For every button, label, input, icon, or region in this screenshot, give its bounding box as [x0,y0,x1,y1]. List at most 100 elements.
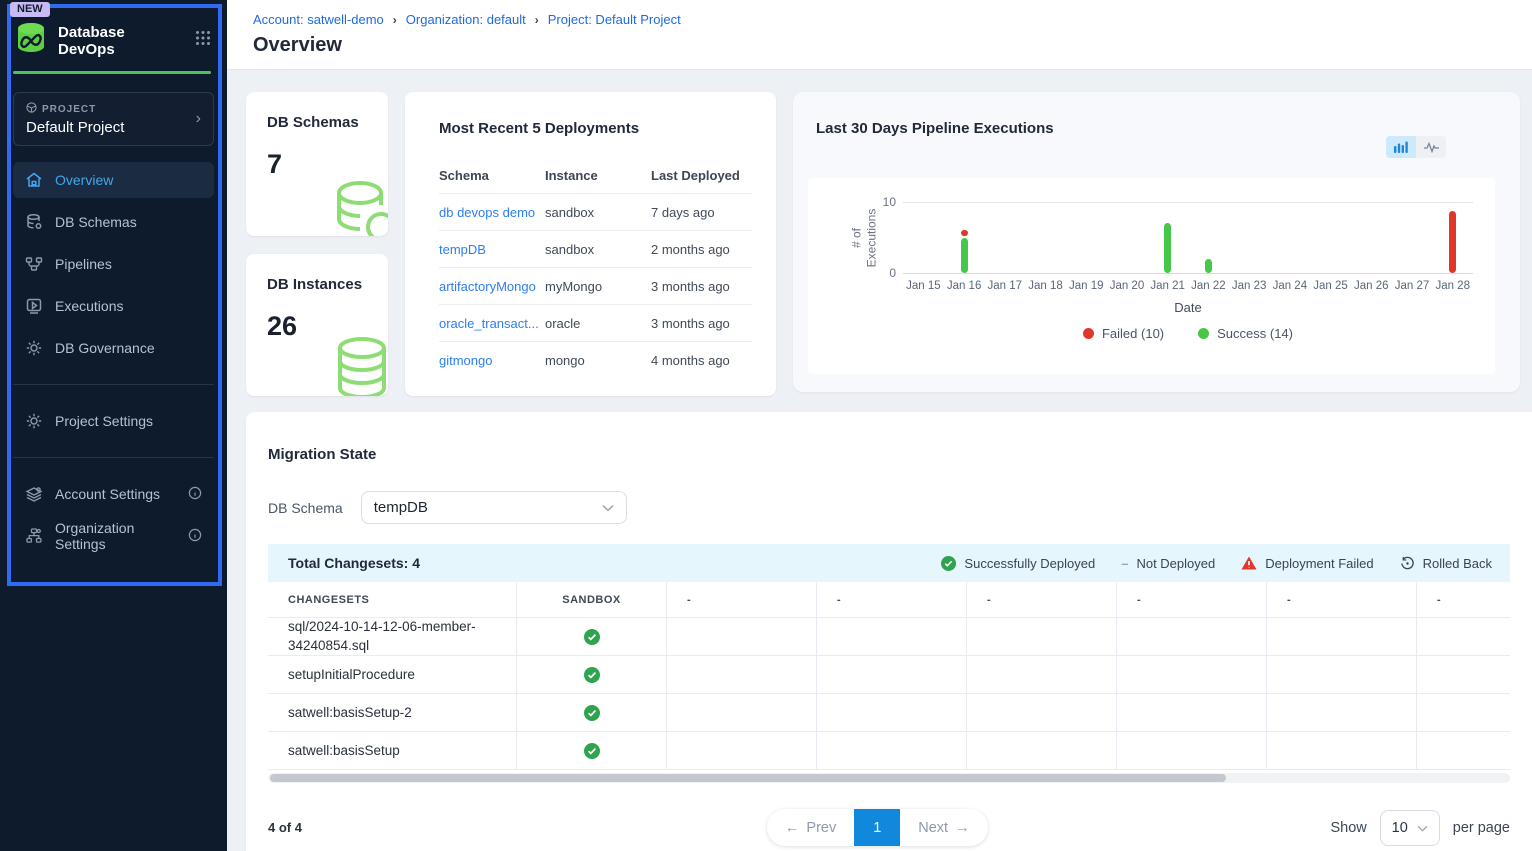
table-summary-band: Total Changesets: 4 Successfully Deploye… [268,544,1510,582]
page-number-button[interactable]: 1 [854,809,900,846]
x-tick-label: Jan 15 [903,280,944,292]
sidebar-item-label: Project Settings [55,413,153,429]
deployments-table: Schema Instance Last Deployed db devops … [439,157,752,379]
sidebar-item-db-schemas[interactable]: DB Schemas [13,204,214,240]
dash-icon: – [1121,556,1128,571]
check-circle-icon [584,705,600,721]
schema-link[interactable]: tempDB [439,242,545,257]
x-tick-label: Jan 26 [1351,280,1392,292]
pagination: ← Prev 1 Next → [767,809,988,846]
new-badge: NEW [10,2,50,17]
next-page-button[interactable]: Next → [900,809,987,846]
check-circle-icon [584,629,600,645]
sidebar-item-label: Overview [55,172,113,188]
chart-bar-group [1229,202,1270,273]
sidebar-item-account-settings[interactable]: Account Settings [13,476,214,512]
db-schema-select[interactable]: tempDB [361,491,627,524]
project-name: Default Project [26,119,196,136]
chart-bar-group [1066,202,1107,273]
changeset-name: satwell:basisSetup [268,732,517,770]
legend-item[interactable]: Failed (10) [1083,326,1164,341]
sidebar-item-db-governance[interactable]: DB Governance [13,330,214,366]
breadcrumb-organization-link[interactable]: Organization: default [406,12,526,27]
legend-dot-icon [1198,328,1209,339]
schema-link[interactable]: artifactoryMongo [439,279,545,294]
x-axis-line [903,273,1473,274]
breadcrumb-account-link[interactable]: Account: satwell-demo [253,12,384,27]
db-schema-label: DB Schema [268,500,343,516]
sidebar-item-organization-settings[interactable]: Organization Settings [13,518,214,554]
y-tick-0: 0 [889,266,896,280]
per-page-label: per page [1453,820,1510,836]
x-tick-label: Jan 25 [1310,280,1351,292]
legend-item: Rolled Back [1400,556,1492,571]
table-row: oracle_transact... oracle 3 months ago [439,305,752,342]
line-chart-toggle-icon[interactable] [1416,136,1446,158]
sidebar-nav-tertiary: Account Settings Organization Settings [13,476,214,554]
x-tick-label: Jan 27 [1392,280,1433,292]
scrollbar-thumb[interactable] [270,774,1226,782]
table-row: sql/2024-10-14-12-06-member-34240854.sql [268,618,1510,656]
table-row: gitmongo mongo 4 months ago [439,342,752,379]
chevron-right-icon: › [196,110,201,128]
prev-page-button[interactable]: ← Prev [767,809,854,846]
changeset-name: satwell:basisSetup-2 [268,694,517,732]
info-icon[interactable] [188,486,202,503]
page-size-control: Show 10 per page [1330,810,1510,846]
breadcrumb-project-link[interactable]: Project: Default Project [548,12,681,27]
table-row: artifactoryMongo myMongo 3 months ago [439,268,752,305]
last-deployed-cell: 7 days ago [651,205,752,220]
page-size-select[interactable]: 10 [1380,810,1440,846]
module-grid-icon[interactable] [195,30,211,51]
sidebar-item-label: Organization Settings [55,520,176,552]
chart-bar-group [903,202,944,273]
table-row: setupInitialProcedure [268,656,1510,694]
last-deployed-cell: 2 months ago [651,242,752,257]
content: DB Schemas 7 [227,70,1532,851]
chart-type-toggle [1386,136,1446,158]
x-tick-label: Jan 16 [944,280,985,292]
chart-plot: # ofExecutions 10 0 Jan 15Jan 16Jan 17Ja… [808,178,1495,374]
card-title: DB Instances [267,276,388,293]
chart-title: Last 30 Days Pipeline Executions [816,120,1520,137]
bar-chart-toggle-icon[interactable] [1386,136,1416,158]
sidebar-item-pipelines[interactable]: Pipelines [13,246,214,282]
pipeline-executions-card: Last 30 Days Pipeline Executions # ofExe… [793,92,1520,392]
db-instances-card: DB Instances 26 [246,254,388,396]
x-tick-label: Jan 22 [1188,280,1229,292]
sidebar-item-executions[interactable]: Executions [13,288,214,324]
legend-item: Deployment Failed [1241,556,1373,571]
chart-bar-group [1025,202,1066,273]
horizontal-scrollbar[interactable] [268,773,1510,783]
project-selector[interactable]: PROJECT Default Project › [13,92,214,146]
schema-link[interactable]: gitmongo [439,353,545,368]
column-header-empty: - [1117,582,1267,618]
play-icon [25,297,43,315]
x-axis-title: Date [903,300,1473,315]
column-header-empty: - [667,582,817,618]
sidebar-item-overview[interactable]: Overview [13,162,214,198]
instance-cell: mongo [545,353,651,368]
migration-state-panel: Migration State DB Schema tempDB Total C… [246,412,1532,851]
chart-bar-group [1269,202,1310,273]
total-changesets-label: Total Changesets: 4 [288,555,420,571]
chart-bars [903,202,1473,273]
gear-icon [25,412,43,430]
instance-cell: oracle [545,316,651,331]
status-legend: Successfully Deployed – Not Deployed Dep… [941,556,1492,571]
sandbox-status-cell [517,618,667,656]
org-chart-gear-icon [25,527,43,545]
legend-item[interactable]: Success (14) [1198,326,1293,341]
chevron-down-icon [602,499,614,516]
column-header: Instance [545,168,651,183]
info-icon[interactable] [188,528,202,545]
arrow-left-icon: ← [785,820,800,836]
last-deployed-cell: 3 months ago [651,316,752,331]
success-bar [1205,259,1212,273]
sidebar-item-label: DB Governance [55,340,155,356]
sidebar-item-project-settings[interactable]: Project Settings [13,403,214,439]
schema-link[interactable]: db devops demo [439,205,545,220]
success-bar [1164,223,1171,273]
sidebar-item-label: DB Schemas [55,214,137,230]
schema-link[interactable]: oracle_transact... [439,316,545,331]
